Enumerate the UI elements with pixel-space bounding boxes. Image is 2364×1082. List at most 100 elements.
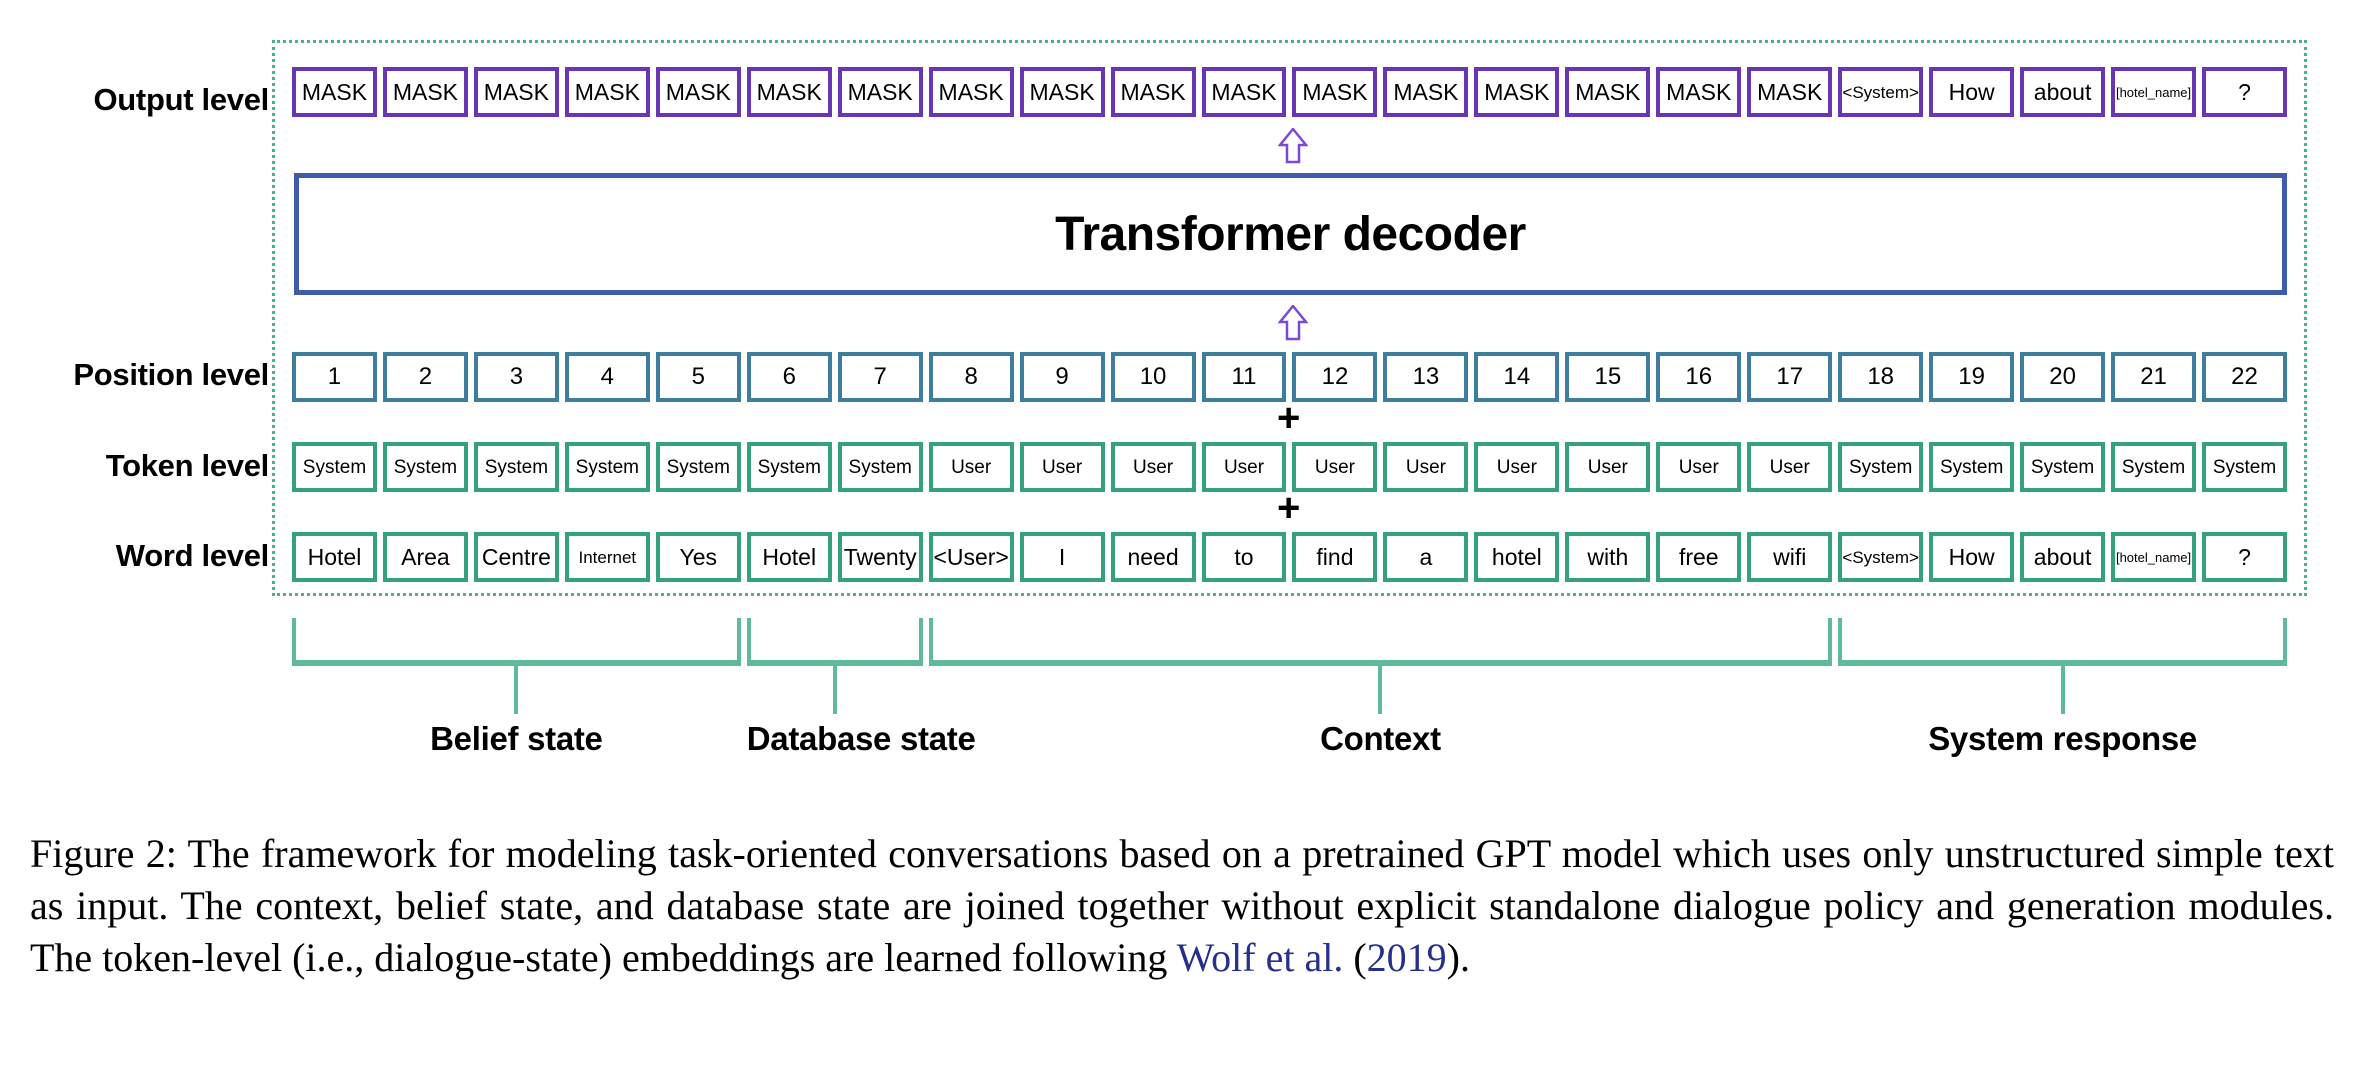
transformer-decoder-box: Transformer decoder [294,173,2287,295]
group-system-response: System response [1838,618,2287,757]
position-token-19: 20 [2020,352,2106,402]
token-type-14: User [1565,442,1651,492]
position-token-15: 16 [1656,352,1742,402]
citation-year-link[interactable]: 2019 [1367,935,1447,980]
row-label-output: Output level [93,82,269,117]
word-token-8: I [1019,532,1105,582]
word-token-6: Twenty [837,532,923,582]
word-token-2: Centre [473,532,559,582]
position-token-12: 13 [1383,352,1469,402]
group-bracket [928,618,1833,714]
up-arrow-icon [1278,305,1308,341]
group-label: System response [1928,720,2197,757]
position-token-3: 4 [564,352,650,402]
position-token-1: 2 [382,352,468,402]
row-label-token: Token level [105,448,270,483]
group-bracket [292,618,741,714]
position-token-5: 6 [746,352,832,402]
token-level-row: System System System System System System Syst… [292,442,2287,492]
position-token-7: 8 [928,352,1014,402]
group-label: Belief state [430,720,603,757]
caption-text-part2: ). [1446,935,1470,980]
output-token-0: MASK [292,67,377,117]
word-token-10: to [1201,532,1287,582]
position-token-11: 12 [1292,352,1378,402]
word-token-12: a [1383,532,1469,582]
row-label-position: Position level [73,357,269,392]
output-token-20: [hotel_name] [2111,67,2197,117]
figure-page: Output level Position level Token level … [0,0,2364,1082]
token-type-18: System [1929,442,2015,492]
token-type-10: User [1201,442,1287,492]
word-token-15: free [1656,532,1742,582]
group-bracket-stem [832,666,837,714]
group-bracket-stem [2060,666,2065,714]
token-type-9: User [1110,442,1196,492]
position-level-row: 1 2 3 4 5 6 7 8 9 10 11 12 13 14 15 16 17 18 19 20 21 22 [292,352,2287,402]
token-type-0: System [292,442,377,492]
position-token-4: 5 [655,352,741,402]
token-type-20: System [2111,442,2197,492]
word-token-4: Yes [655,532,741,582]
up-arrow-icon [1278,128,1308,164]
word-token-3: Internet [564,532,650,582]
output-token-17: <System> [1838,67,1924,117]
group-bracket [1838,618,2287,714]
token-type-17: System [1838,442,1924,492]
output-token-13: MASK [1474,67,1560,117]
token-type-8: User [1019,442,1105,492]
output-token-6: MASK [837,67,923,117]
word-token-20: [hotel_name] [2111,532,2197,582]
word-token-21: ? [2202,532,2287,582]
output-token-9: MASK [1110,67,1196,117]
token-type-4: System [655,442,741,492]
position-token-8: 9 [1019,352,1105,402]
word-token-7: <User> [928,532,1014,582]
output-token-15: MASK [1656,67,1742,117]
output-token-3: MASK [564,67,650,117]
word-token-16: wifi [1747,532,1833,582]
word-token-18: How [1929,532,2015,582]
output-token-16: MASK [1747,67,1833,117]
output-token-5: MASK [746,67,832,117]
position-token-0: 1 [292,352,377,402]
token-type-15: User [1656,442,1742,492]
group-database-state: Database state [746,618,976,757]
caption-text-mid: ( [1343,935,1367,980]
output-token-19: about [2020,67,2106,117]
group-bracket-stem [514,666,519,714]
token-type-13: User [1474,442,1560,492]
output-token-4: MASK [655,67,741,117]
plus-operator: + [1277,396,1301,440]
token-type-1: System [382,442,468,492]
output-token-14: MASK [1565,67,1651,117]
position-token-13: 14 [1474,352,1560,402]
word-level-row: Hotel Area Centre Internet Yes Hotel Twenty <Us… [292,532,2287,582]
token-type-11: User [1292,442,1378,492]
token-type-19: System [2020,442,2106,492]
output-token-21: ? [2202,67,2287,117]
token-type-16: User [1747,442,1833,492]
group-label: Context [1320,720,1441,757]
token-type-12: User [1383,442,1469,492]
output-token-8: MASK [1019,67,1105,117]
group-belief-state: Belief state [292,618,741,757]
output-token-10: MASK [1201,67,1287,117]
token-type-7: User [928,442,1014,492]
output-token-12: MASK [1383,67,1469,117]
output-level-row: MASK MASK MASK MASK MASK MASK MASK MASK MASK MASK… [292,67,2287,117]
position-token-14: 15 [1565,352,1651,402]
group-bracket [746,618,923,714]
row-label-word: Word level [115,538,270,573]
decoder-title: Transformer decoder [1055,207,1526,261]
token-type-5: System [746,442,832,492]
citation-author-link[interactable]: Wolf et al. [1177,935,1344,980]
output-token-7: MASK [928,67,1014,117]
output-token-1: MASK [382,67,468,117]
output-token-18: How [1929,67,2015,117]
word-token-5: Hotel [746,532,832,582]
position-token-6: 7 [837,352,923,402]
group-label: Database state [746,720,976,757]
group-context: Context [928,618,1833,757]
output-token-11: MASK [1292,67,1378,117]
